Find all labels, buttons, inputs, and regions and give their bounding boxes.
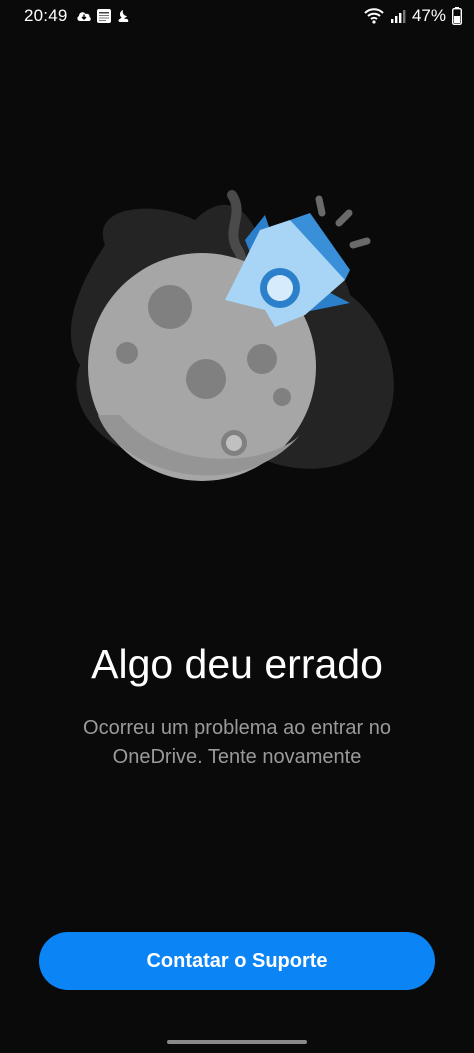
cloud-download-icon [77,12,91,21]
error-illustration [70,190,394,481]
status-bar: 20:49 47% [0,0,474,34]
error-message: Ocorreu um problema ao entrar no OneDriv… [83,717,391,768]
status-notification-icons [76,8,134,24]
error-title: Algo deu errado [91,641,383,687]
news-app-icon [97,9,111,23]
contact-support-button[interactable]: Contatar o Suporte [39,932,435,990]
battery-percentage: 47% [411,6,446,25]
status-system-icons: 47% [364,6,462,26]
status-time: 20:49 [24,6,68,25]
wifi-icon [364,8,384,24]
weather-icon [118,10,129,22]
signal-icon [390,10,406,23]
battery-icon [452,7,462,25]
home-indicator[interactable] [167,1040,307,1044]
